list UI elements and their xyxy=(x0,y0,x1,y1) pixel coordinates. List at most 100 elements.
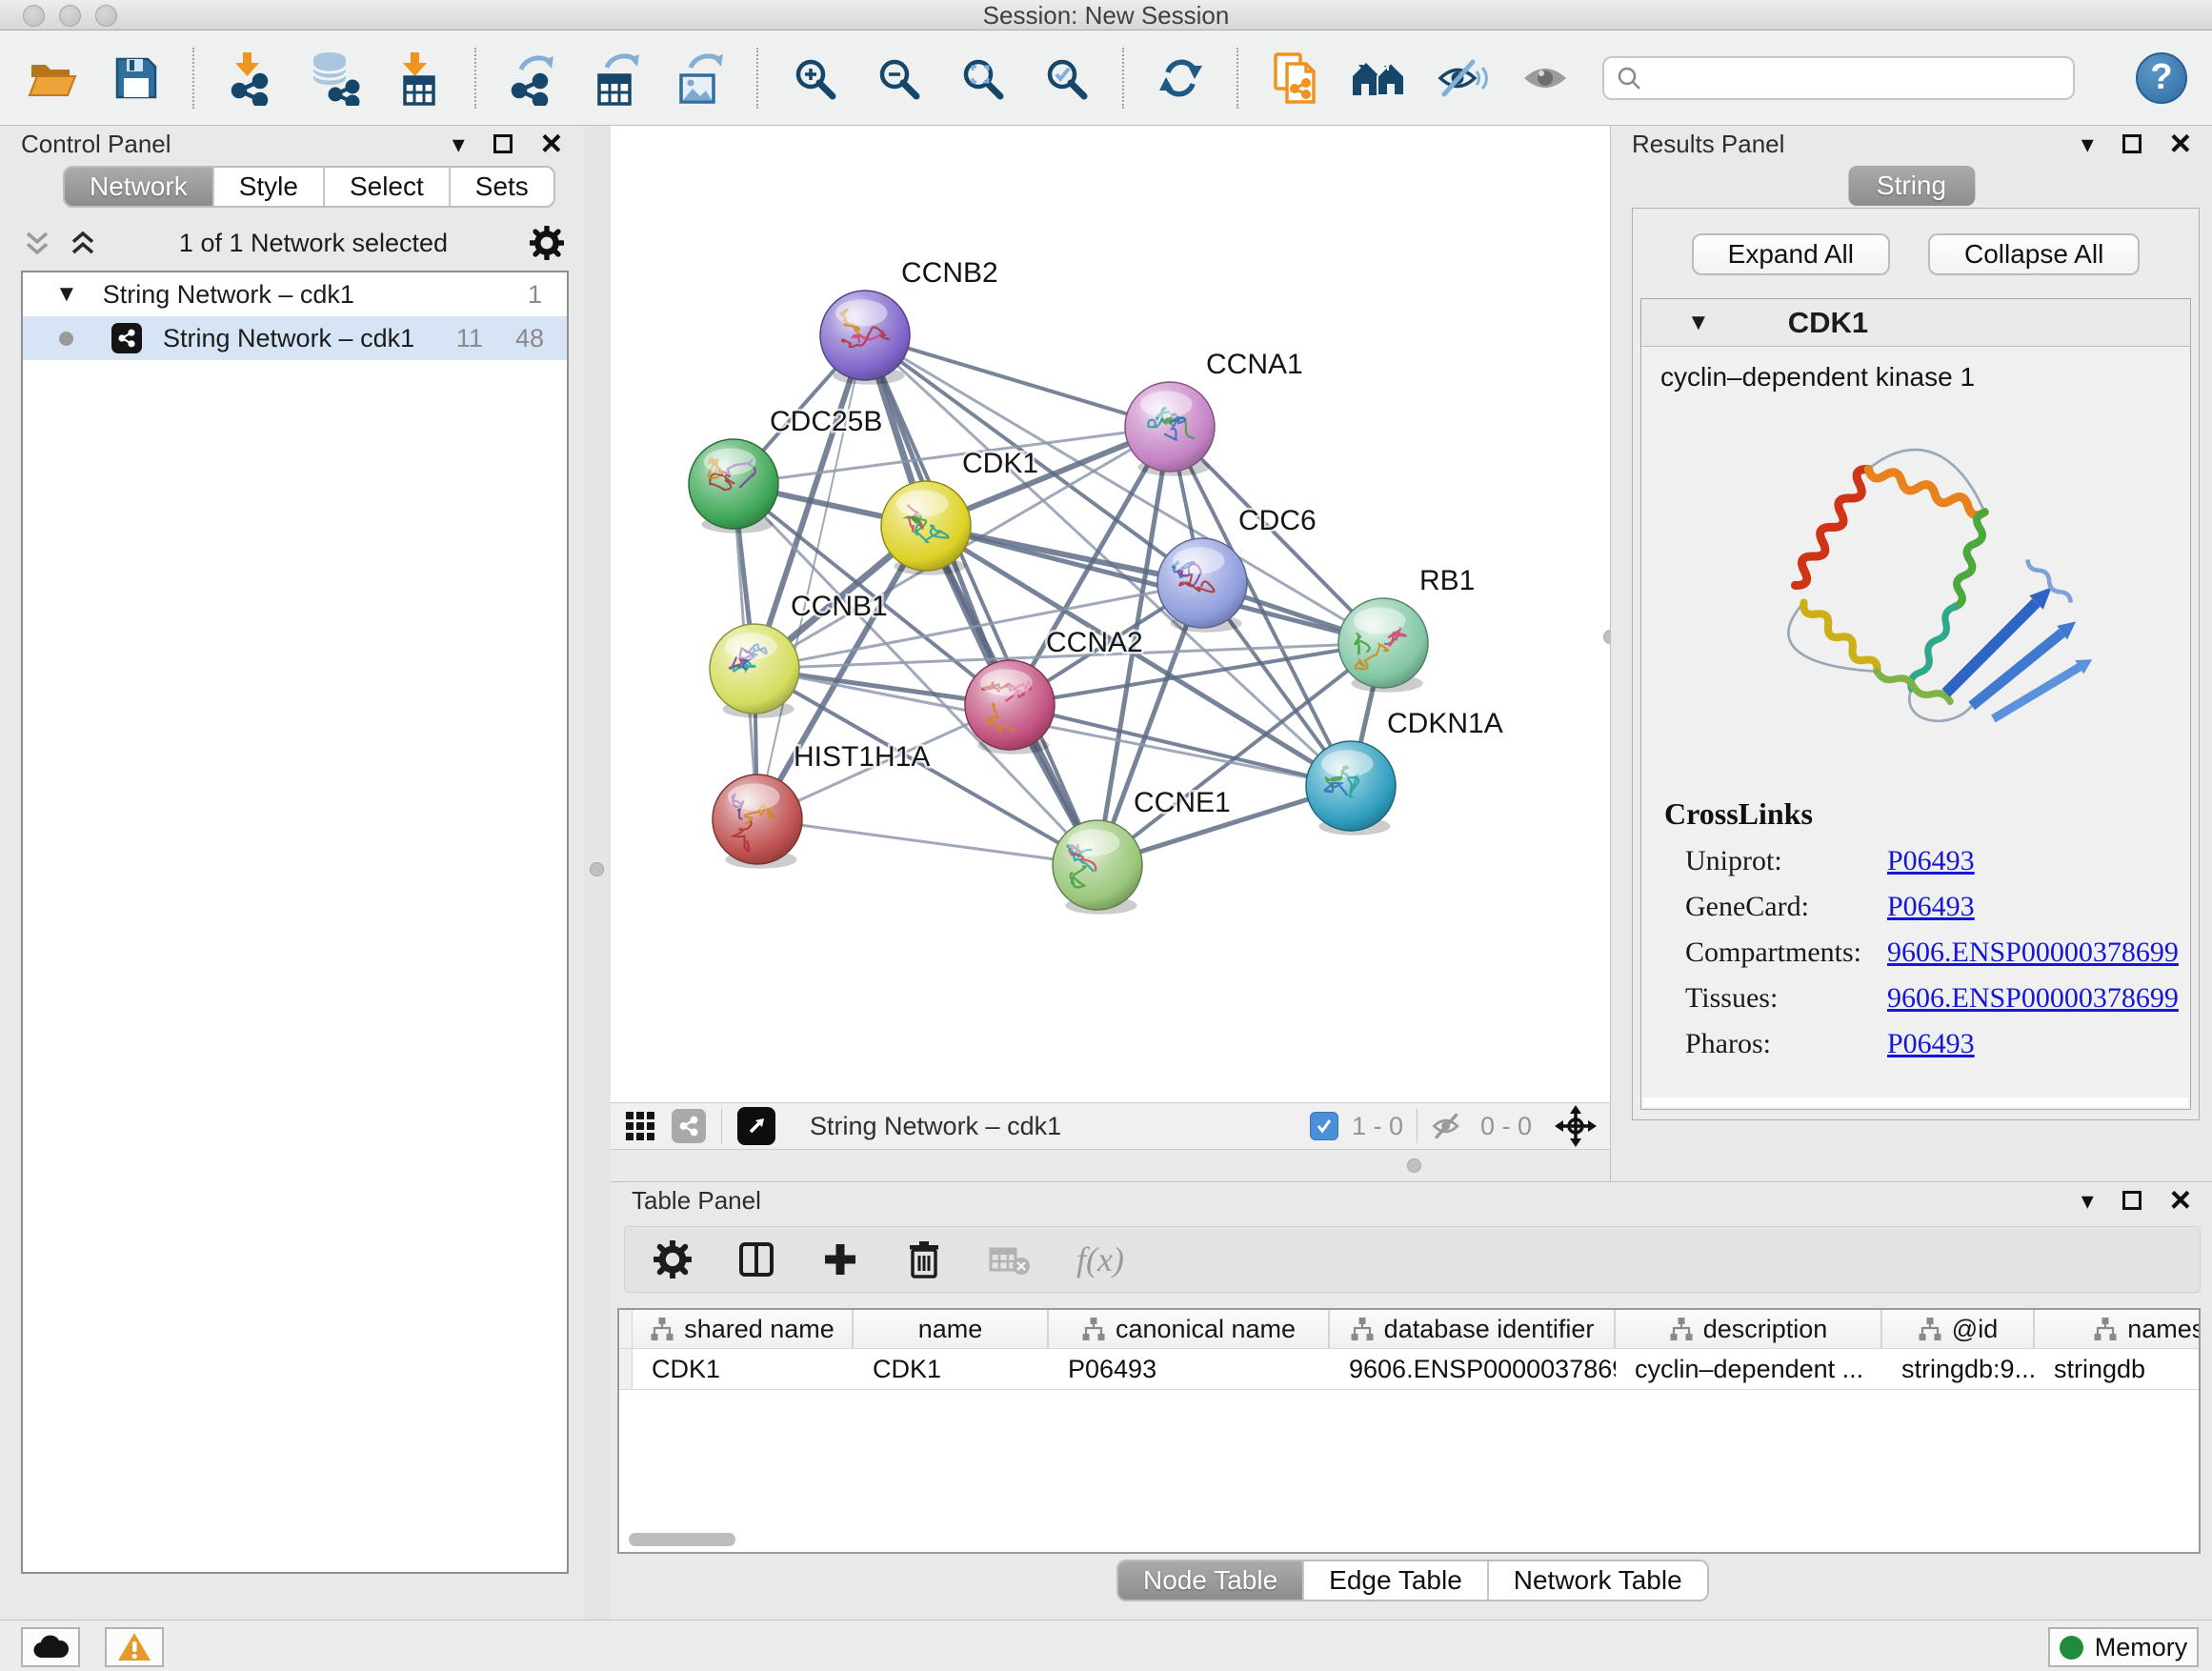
gear-icon[interactable] xyxy=(530,226,564,260)
table-row[interactable]: CDK1CDK1P064939606.ENSP00000378699cyclin… xyxy=(619,1349,2199,1390)
crosslink-link[interactable]: 9606.ENSP00000378699 xyxy=(1887,936,2179,969)
string-results-container: Expand All Collapse All ▼ CDK1 cyclin–de… xyxy=(1632,208,2200,1120)
splitter-handle[interactable] xyxy=(590,862,604,876)
tab-node-table[interactable]: Node Table xyxy=(1118,1561,1304,1600)
crosslink-link[interactable]: P06493 xyxy=(1887,891,1975,923)
collapse-entry-icon[interactable]: ▼ xyxy=(1687,310,1710,336)
column-header-shared-name[interactable]: shared name xyxy=(633,1310,854,1348)
float-panel-icon[interactable] xyxy=(2122,1191,2142,1210)
table-toolbar: f(x) xyxy=(624,1226,2201,1293)
hide-selected-button[interactable] xyxy=(1435,49,1490,108)
network-node-ccna2[interactable]: CCNA2 xyxy=(965,627,1143,755)
panel-menu-icon[interactable]: ▾ xyxy=(2081,1188,2094,1213)
search-input[interactable] xyxy=(1652,63,2061,92)
networks-home-button[interactable] xyxy=(1351,49,1406,108)
refresh-button[interactable] xyxy=(1153,49,1208,108)
tab-sets[interactable]: Sets xyxy=(451,168,553,206)
splitter-handle[interactable] xyxy=(1407,1158,1421,1173)
float-panel-icon[interactable] xyxy=(493,134,513,153)
close-panel-icon[interactable]: × xyxy=(2170,134,2191,153)
column-header-database-identifier[interactable]: database identifier xyxy=(1330,1310,1616,1348)
column-header-name[interactable]: name xyxy=(854,1310,1049,1348)
zoom-selected-button[interactable] xyxy=(1038,49,1094,108)
float-panel-icon[interactable] xyxy=(2122,134,2142,153)
table-cell[interactable]: CDK1 xyxy=(633,1349,854,1389)
delete-column-icon[interactable] xyxy=(905,1240,943,1278)
network-node-ccna1[interactable]: CCNA1 xyxy=(1125,349,1303,476)
export-image-icon xyxy=(674,50,727,106)
panel-menu-icon[interactable]: ▾ xyxy=(452,131,465,156)
add-column-icon[interactable] xyxy=(821,1240,859,1278)
open-file-button[interactable] xyxy=(25,49,80,108)
crosslink-link[interactable]: P06493 xyxy=(1887,1028,1975,1060)
close-panel-icon[interactable]: × xyxy=(541,134,562,153)
panel-menu-icon[interactable]: ▾ xyxy=(2081,131,2094,156)
tab-network-table[interactable]: Network Table xyxy=(1489,1561,1707,1600)
zoom-fit-button[interactable] xyxy=(955,49,1010,108)
table-settings-gear-icon[interactable] xyxy=(654,1240,692,1278)
network-collection-row[interactable]: ▼ String Network – cdk1 1 xyxy=(23,272,567,316)
search-box[interactable] xyxy=(1602,56,2075,100)
table-cell[interactable]: P06493 xyxy=(1049,1349,1330,1389)
birdseye-navigator-icon[interactable] xyxy=(1555,1105,1597,1147)
expand-all-icon[interactable] xyxy=(69,229,97,257)
network-node-ccnb1[interactable]: CCNB1 xyxy=(710,591,888,718)
grid-view-icon[interactable] xyxy=(624,1110,656,1142)
collapse-all-button[interactable]: Collapse All xyxy=(1928,233,2140,275)
expand-all-button[interactable]: Expand All xyxy=(1692,233,1890,275)
horizontal-scrollbar-thumb[interactable] xyxy=(629,1533,735,1546)
results-panel: Results Panel ▾ × String Expand All Coll… xyxy=(1610,126,2212,1181)
network-share-icon[interactable] xyxy=(672,1109,706,1143)
cloud-button[interactable] xyxy=(21,1627,80,1667)
save-session-button[interactable] xyxy=(109,49,164,108)
import-network-from-database-button[interactable] xyxy=(307,49,362,108)
show-view-button[interactable] xyxy=(1518,49,1574,108)
close-panel-icon[interactable]: × xyxy=(2170,1191,2191,1210)
node-details-header[interactable]: ▼ CDK1 xyxy=(1641,299,2190,347)
table-cell[interactable]: stringdb xyxy=(2035,1349,2201,1389)
node-table: shared namenamecanonical namedatabase id… xyxy=(617,1308,2201,1554)
column-header-namespace[interactable]: namespace xyxy=(2035,1310,2201,1348)
table-cell[interactable]: cyclin–dependent ... xyxy=(1616,1349,1882,1389)
horizontal-splitter[interactable] xyxy=(611,1150,1610,1181)
zoom-out-button[interactable] xyxy=(871,49,926,108)
node-label: RB1 xyxy=(1419,565,1475,596)
results-panel-title: Results Panel xyxy=(1632,130,1784,159)
warnings-button[interactable] xyxy=(105,1627,164,1667)
network-node-hist1h1a[interactable]: HIST1H1A xyxy=(713,741,930,869)
tree-expand-icon[interactable]: ▼ xyxy=(55,281,78,308)
show-columns-icon[interactable] xyxy=(737,1240,775,1278)
network-canvas[interactable]: CCNB2CCNA1CDC25BCDK1CDC6RB1CCNB1CCNA2CDK… xyxy=(611,126,1610,1102)
network-node-rb1[interactable]: RB1 xyxy=(1338,565,1475,693)
export-network-icon xyxy=(506,50,559,106)
export-table-button[interactable] xyxy=(589,49,644,108)
export-network-button[interactable] xyxy=(505,49,560,108)
column-header-description[interactable]: description xyxy=(1616,1310,1882,1348)
tab-string[interactable]: String xyxy=(1848,166,1975,206)
tab-edge-table[interactable]: Edge Table xyxy=(1304,1561,1489,1600)
tab-style[interactable]: Style xyxy=(214,168,325,206)
column-header--id[interactable]: @id xyxy=(1882,1310,2035,1348)
memory-button[interactable]: Memory xyxy=(2048,1627,2199,1667)
export-image-button[interactable] xyxy=(673,49,728,108)
zoom-selected-icon xyxy=(1042,54,1090,102)
help-button[interactable]: ? xyxy=(2136,52,2187,104)
selected-checkbox[interactable] xyxy=(1310,1112,1338,1140)
import-table-button[interactable] xyxy=(391,49,446,108)
table-cell[interactable]: 9606.ENSP00000378699 xyxy=(1330,1349,1616,1389)
tab-select[interactable]: Select xyxy=(325,168,451,206)
crosslink-link[interactable]: 9606.ENSP00000378699 xyxy=(1887,982,2179,1015)
copy-view-button[interactable] xyxy=(1267,49,1322,108)
table-cell[interactable]: CDK1 xyxy=(854,1349,1049,1389)
results-scroll-area xyxy=(1643,1097,2188,1107)
import-network-button[interactable] xyxy=(223,49,278,108)
collapse-all-icon[interactable] xyxy=(23,229,51,257)
tab-network[interactable]: Network xyxy=(65,168,214,206)
zoom-in-button[interactable] xyxy=(787,49,842,108)
column-header-canonical-name[interactable]: canonical name xyxy=(1049,1310,1330,1348)
network-row-selected[interactable]: String Network – cdk1 11 48 xyxy=(23,316,567,360)
crosslink-link[interactable]: P06493 xyxy=(1887,845,1975,877)
network-node-cdkn1a[interactable]: CDKN1A xyxy=(1306,708,1503,836)
table-cell[interactable]: stringdb:9... xyxy=(1882,1349,2035,1389)
detach-view-icon[interactable] xyxy=(737,1107,775,1145)
